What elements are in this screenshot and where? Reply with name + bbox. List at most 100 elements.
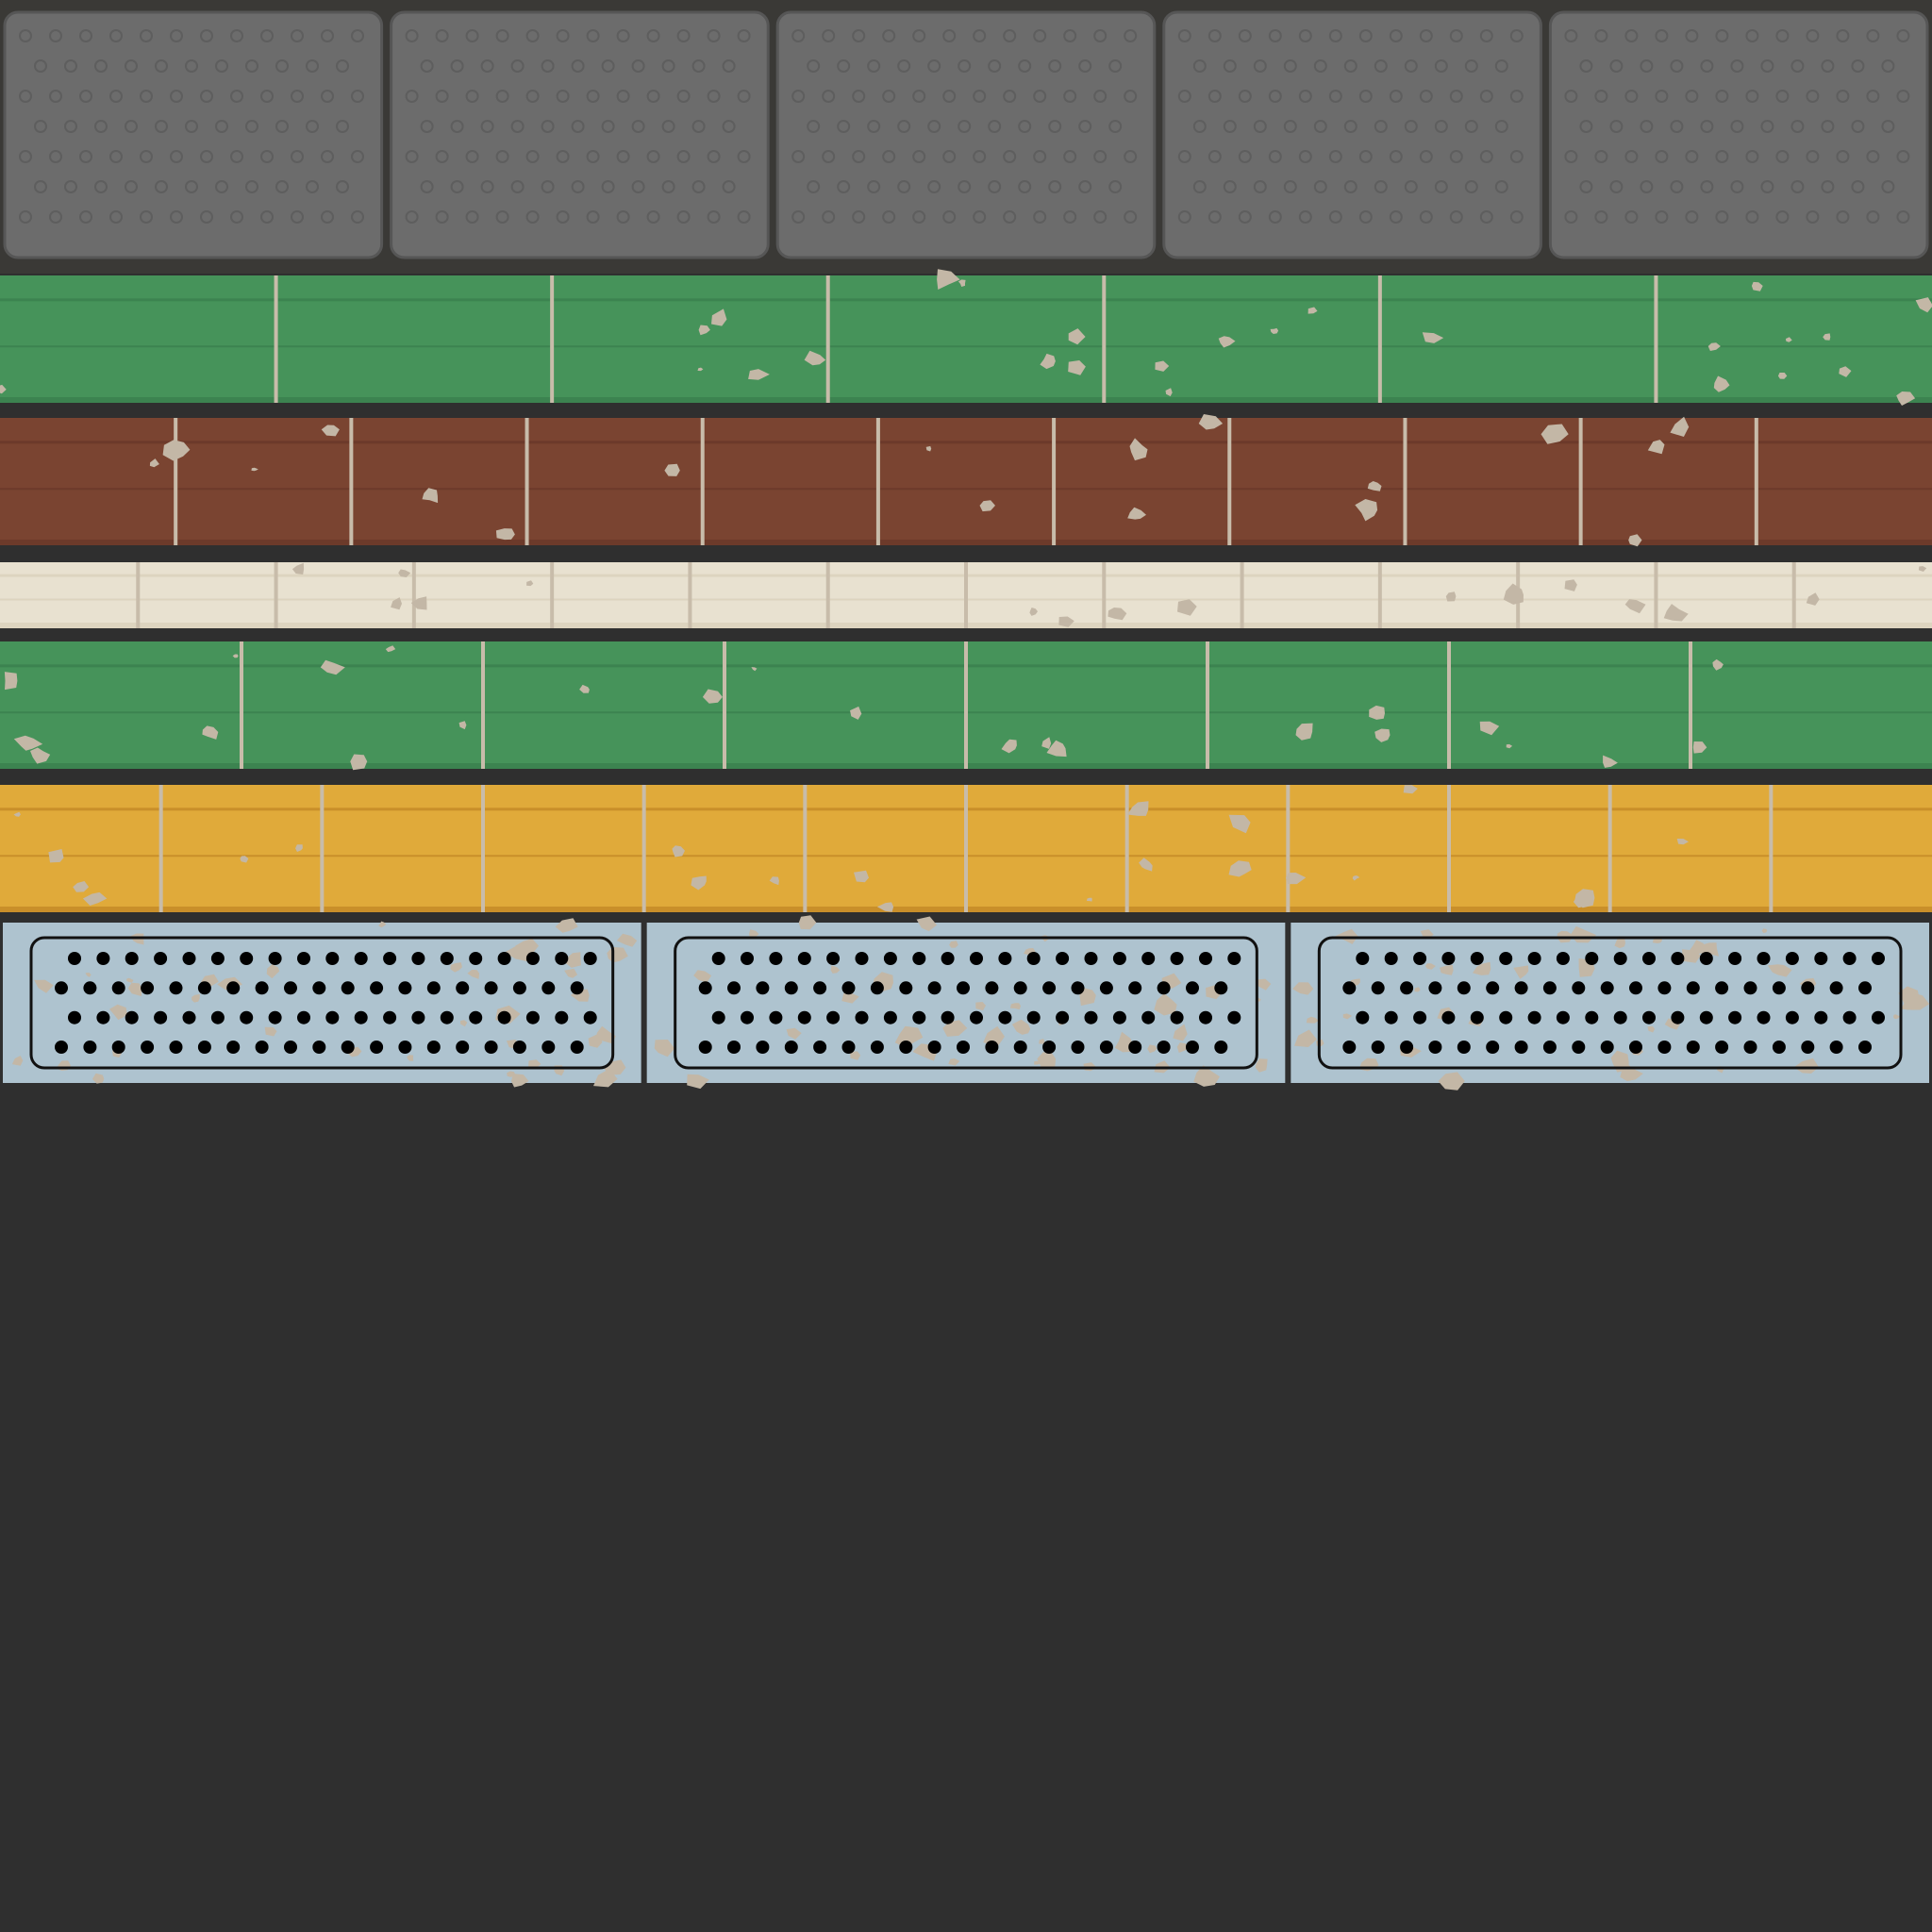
vent-hole [383,952,397,965]
vent-hole [255,1041,269,1054]
vent-hole [741,952,754,965]
vent-hole [756,1041,770,1054]
vent-hole [83,981,97,995]
vent-hole [1486,1041,1500,1054]
cream-tile-grout-line [1240,562,1244,628]
vent-hole [398,981,412,995]
vent-hole [1842,952,1857,965]
vent-hole [1772,981,1786,995]
vent-hole [96,952,110,965]
green-tile-top-surface [0,275,1932,403]
red-tile-grout-line [174,418,178,545]
vent-hole [440,1010,454,1024]
vent-hole [1157,981,1171,995]
vent-hole [1671,1010,1685,1024]
vent-hole [1026,1010,1041,1024]
vent-hole [141,981,155,995]
vent-hole [1600,1041,1614,1054]
vent-hole [797,1010,811,1024]
cream-tile-grout-line [688,562,692,628]
green-tile-bottom-chip [350,754,368,771]
vent-hole [741,1010,754,1024]
vent-hole [1457,1041,1471,1054]
cream-tile-grout-line [825,562,830,628]
vent-hole [469,1010,483,1024]
vent-hole [297,952,310,965]
vent-hole [1743,1041,1757,1054]
vent-hole [1413,952,1427,965]
yellow-tile-grout-line [1447,785,1451,912]
vent-hole [555,1010,569,1024]
vent-hole [240,952,254,965]
vent-hole [1829,981,1843,995]
vent-hole [1071,981,1085,995]
yellow-tile-grout-line [158,785,163,912]
vent-hole [240,1010,254,1024]
vent-hole [1186,1041,1199,1054]
vent-hole [1013,981,1027,995]
vent-hole [1572,1041,1586,1054]
yellow-tile-grout-line [1607,785,1612,912]
red-tile-grout-line [1227,418,1232,545]
vent-hole [1872,1010,1885,1024]
vent-hole [1699,952,1713,965]
yellow-tile-grout-line [320,785,325,912]
yellow-tile-grout-line [481,785,485,912]
red-tile-grout-line [1052,418,1057,545]
vent-hole [1613,952,1627,965]
vent-hole [1356,1010,1370,1024]
vent-hole [1657,1041,1672,1054]
vent-hole [727,1041,741,1054]
green-tile-top-band [0,345,1932,348]
concrete-tile [775,10,1157,259]
yellow-tile-strip [0,785,1932,912]
green-tile-top-grout-line [550,275,555,403]
vent-hole [1170,1010,1184,1024]
red-tile-grout-line [1578,418,1583,545]
vent-hole [1858,981,1872,995]
vent-hole [985,981,999,995]
vent-hole [1400,981,1414,995]
green-tile-bottom-grout-line [1206,641,1209,769]
green-tile-top-grout-line [825,275,830,403]
green-tile-bottom-grout-line [964,641,968,769]
vent-hole [1227,1010,1241,1024]
vent-hole [698,1041,712,1054]
vent-hole [912,1010,926,1024]
vent-hole [1814,1010,1828,1024]
vent-hole [1441,1010,1456,1024]
vent-hole [826,1010,841,1024]
green-tile-strip-bottom [0,641,1932,771]
vent-hole [698,981,712,995]
vent-hole [284,1041,297,1054]
vent-hole [1514,1041,1528,1054]
cream-tile-grout-line [274,562,278,628]
vent-hole [998,1010,1012,1024]
vent-hole [1527,1010,1541,1024]
cream-tile-grout-line [1102,562,1107,628]
vent-hole [497,1010,511,1024]
vent-hole [899,1041,913,1054]
vent-hole [125,952,139,965]
vent-hole [525,952,540,965]
vent-hole [1699,1010,1713,1024]
vent-hole [484,981,498,995]
vent-hole [1686,1041,1700,1054]
vent-hole [1542,1041,1557,1054]
vent-hole [570,1041,584,1054]
red-tile-strip [0,414,1932,547]
vent-hole [541,1041,556,1054]
vent-hole [341,1041,355,1054]
vent-hole [1715,981,1729,995]
vent-hole [784,1041,798,1054]
vent-hole [711,1010,725,1024]
vent-hole [1342,981,1357,995]
vent-hole [797,952,811,965]
vent-plate [3,923,641,1083]
vent-hole [1572,981,1586,995]
yellow-tile-grout-line [641,785,646,912]
vent-hole [1342,1041,1357,1054]
concrete-tile [3,10,384,259]
vent-hole [583,1010,597,1024]
vent-hole [1814,952,1828,965]
